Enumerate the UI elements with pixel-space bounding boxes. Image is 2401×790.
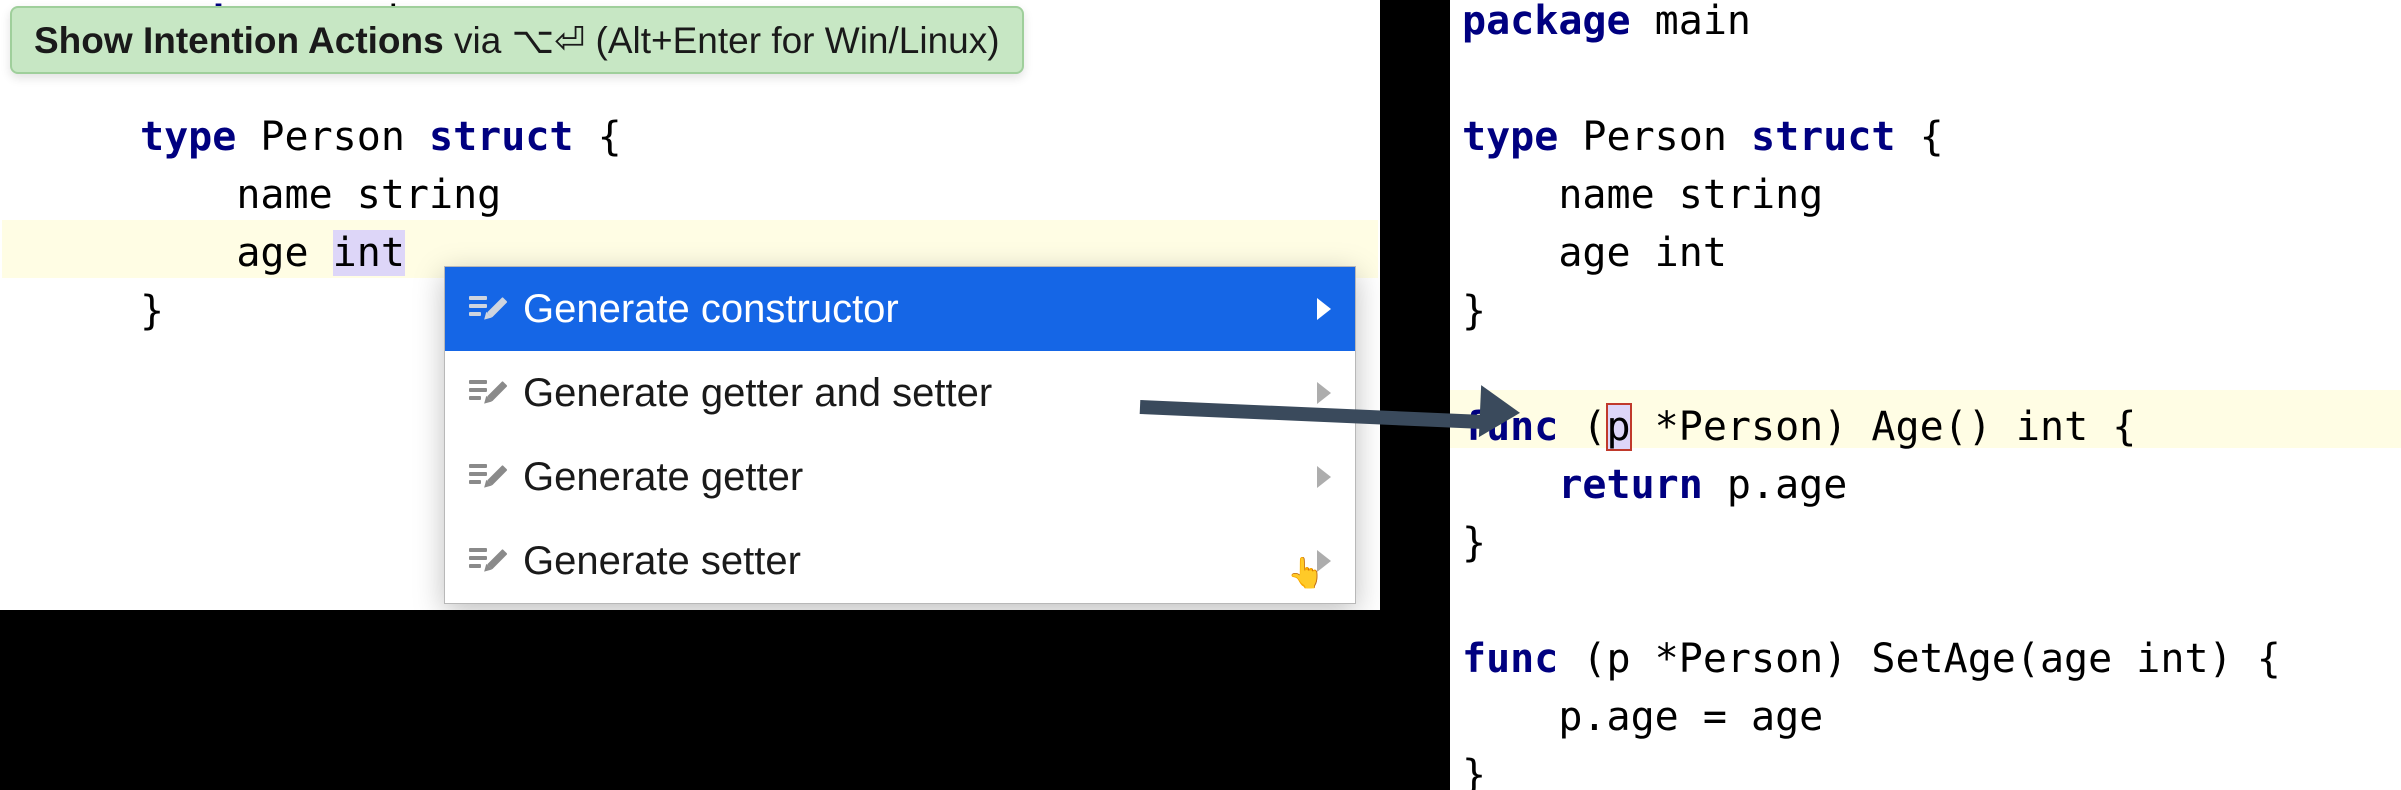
code-text: {: [573, 114, 621, 160]
popup-item-label: Generate getter: [523, 455, 1297, 500]
keyword: struct: [1751, 114, 1896, 160]
caret-highlight: p: [1607, 404, 1631, 450]
code-text: p.age: [1703, 462, 1848, 508]
chevron-right-icon: [1317, 298, 1331, 320]
intention-actions-popup: Generate constructor Generate getter and…: [444, 266, 1356, 604]
code-text: [1462, 462, 1558, 508]
popup-item-label: Generate constructor: [523, 287, 1297, 332]
keyword: return: [1558, 462, 1703, 508]
code-text: p.age = age: [1462, 694, 1823, 740]
keyword: type: [1462, 114, 1558, 160]
code-text: age: [140, 230, 333, 276]
keyword: type: [140, 114, 236, 160]
edit-icon: [469, 294, 503, 324]
keyword: package: [1462, 0, 1631, 44]
selection-highlight: int: [333, 230, 405, 276]
keyword: func: [1462, 636, 1558, 682]
keyword: struct: [429, 114, 574, 160]
popup-item-generate-getter-setter[interactable]: Generate getter and setter: [445, 351, 1355, 435]
tooltip-text: (Alt+Enter for Win/Linux): [585, 20, 999, 61]
tooltip-action-name: Show Intention Actions: [34, 20, 444, 61]
mouse-cursor-icon: 👆: [1287, 556, 1324, 591]
code-text: *Person) Age() int {: [1631, 404, 2137, 450]
code-text: }: [1462, 752, 1486, 790]
editor-left-pane: package main type Person struct { name s…: [0, 0, 1380, 610]
tooltip-text: via: [444, 20, 512, 61]
editor-right-pane: package main type Person struct { name s…: [1450, 0, 2401, 790]
left-black-area: [0, 610, 1380, 790]
chevron-right-icon: [1317, 466, 1331, 488]
edit-icon: [469, 462, 503, 492]
chevron-right-icon: [1317, 382, 1331, 404]
code-text: age int: [1462, 230, 1727, 276]
popup-item-generate-getter[interactable]: Generate getter: [445, 435, 1355, 519]
popup-item-generate-setter[interactable]: Generate setter: [445, 519, 1355, 603]
code-text: (p *Person) SetAge(age int) {: [1558, 636, 2280, 682]
popup-item-generate-constructor[interactable]: Generate constructor: [445, 267, 1355, 351]
code-text: (: [1558, 404, 1606, 450]
code-text: {: [1895, 114, 1943, 160]
source-code-after: package main type Person struct { name s…: [1462, 0, 2281, 790]
edit-icon: [469, 546, 503, 576]
code-text: }: [1462, 520, 1486, 566]
code-text: }: [1462, 288, 1486, 334]
popup-item-label: Generate setter: [523, 539, 1297, 584]
code-text: Person: [1558, 114, 1751, 160]
code-text: main: [1631, 0, 1751, 44]
code-text: Person: [236, 114, 429, 160]
keyboard-shortcut: ⌥⏎: [512, 20, 586, 61]
code-text: name string: [140, 172, 501, 218]
code-text: }: [140, 288, 164, 334]
code-text: name string: [1462, 172, 1823, 218]
intention-tooltip: Show Intention Actions via ⌥⏎ (Alt+Enter…: [10, 6, 1024, 74]
edit-icon: [469, 378, 503, 408]
pane-divider: [1380, 0, 1450, 790]
